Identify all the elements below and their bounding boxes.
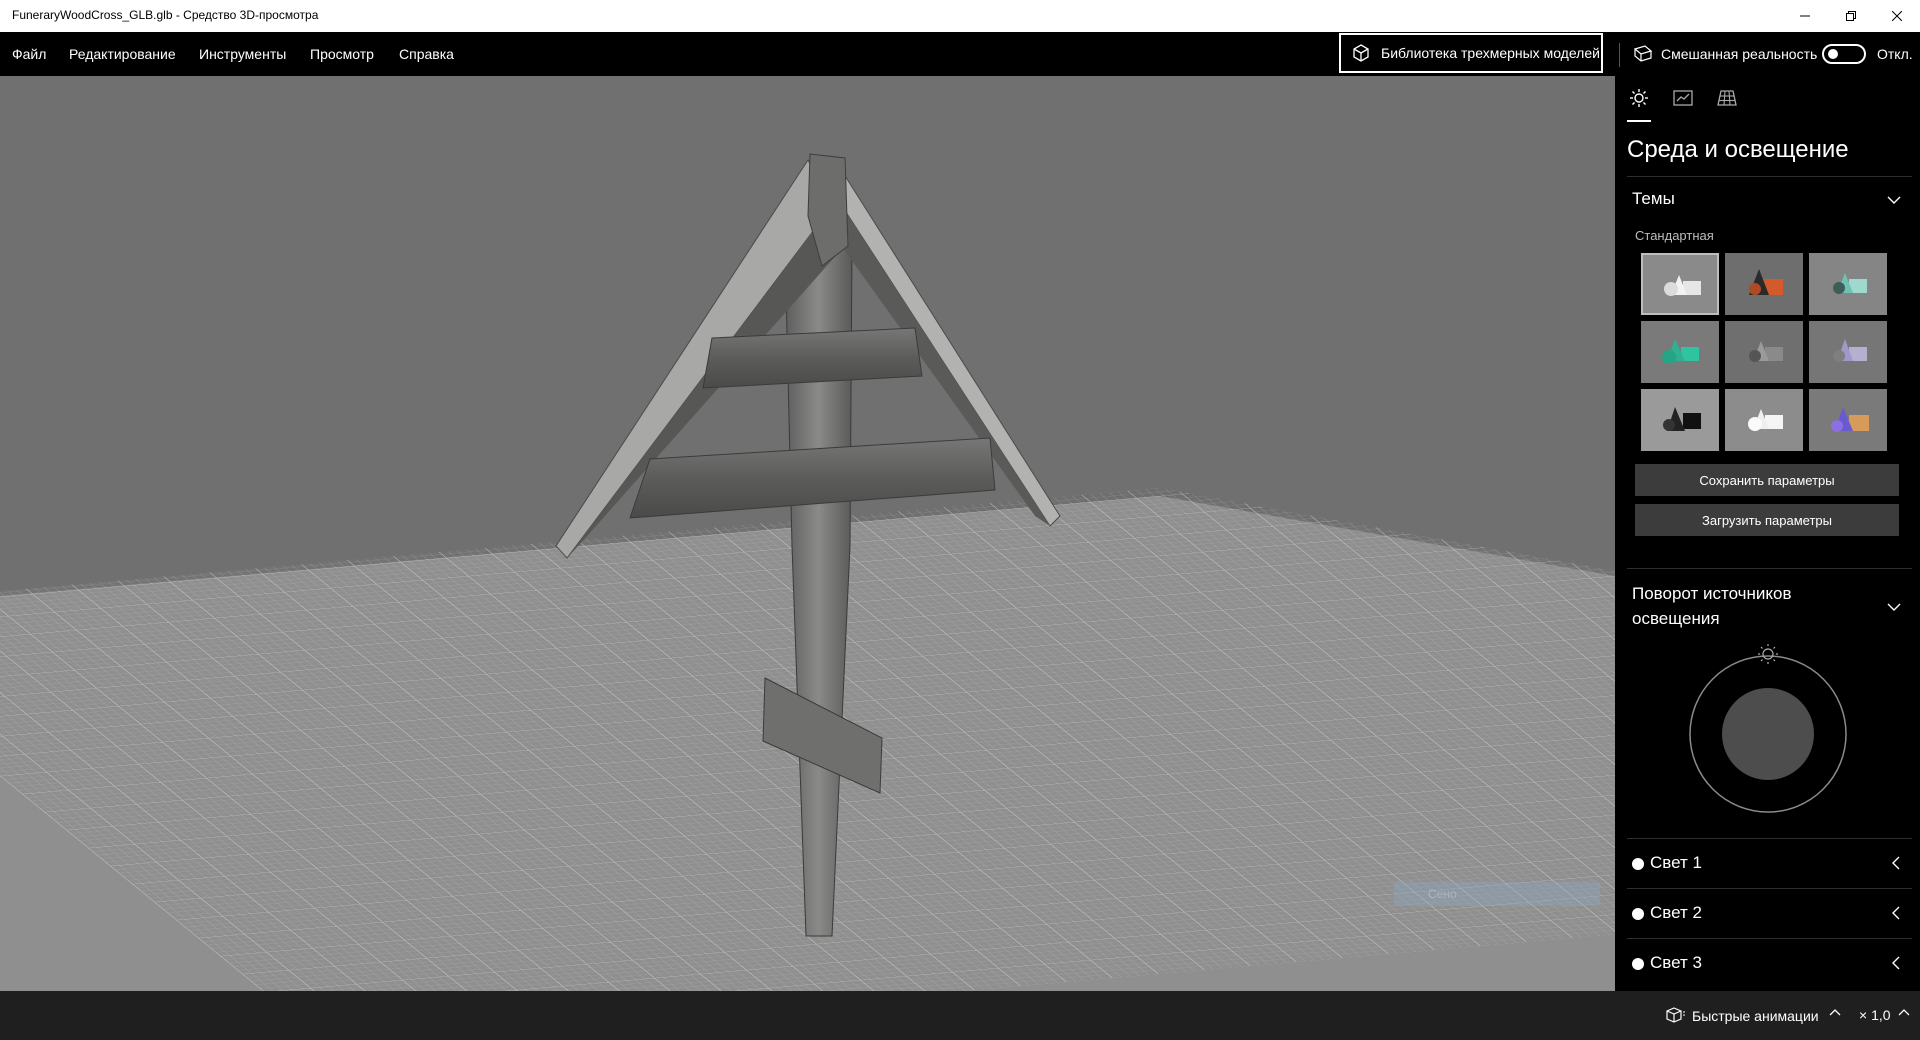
chevron-left-icon[interactable]	[1890, 956, 1902, 970]
chevron-up-icon[interactable]	[1829, 1007, 1841, 1019]
light-color-dot	[1632, 908, 1644, 920]
active-tab-indicator	[1627, 120, 1651, 122]
section-divider	[1627, 938, 1912, 939]
sun-handle-icon	[1758, 644, 1778, 664]
theme-thumb-2[interactable]	[1725, 253, 1803, 315]
menu-divider	[1619, 43, 1620, 67]
animation-cube-icon	[1666, 1007, 1685, 1023]
3d-library-button[interactable]: Библиотека трехмерных моделей	[1339, 33, 1603, 73]
panel-title: Среда и освещение	[1627, 136, 1849, 163]
chevron-down-icon[interactable]	[1887, 600, 1901, 614]
chevron-up-icon[interactable]	[1898, 1007, 1910, 1019]
save-settings-button[interactable]: Сохранить параметры	[1635, 464, 1899, 496]
theme-thumb-4[interactable]	[1641, 321, 1719, 383]
playback-speed[interactable]: × 1,0	[1859, 1007, 1891, 1023]
menu-help[interactable]: Справка	[399, 46, 454, 62]
minimize-icon	[1800, 15, 1810, 17]
restore-icon	[1846, 11, 1856, 21]
theme-thumb-5[interactable]	[1725, 321, 1803, 383]
chevron-down-icon[interactable]	[1887, 193, 1901, 207]
section-divider	[1627, 888, 1912, 889]
mixed-reality-toggle[interactable]	[1822, 44, 1866, 64]
theme-thumb-9[interactable]	[1809, 389, 1887, 451]
menu-bar: Файл Редактирование Инструменты Просмотр…	[0, 32, 1920, 76]
theme-thumb-6[interactable]	[1809, 321, 1887, 383]
light-row-3[interactable]: Свет 3	[1615, 940, 1920, 988]
menu-file[interactable]: Файл	[12, 46, 46, 62]
minimize-button[interactable]	[1782, 0, 1828, 32]
light-rotation-dial[interactable]	[1688, 644, 1848, 814]
close-button[interactable]	[1874, 0, 1920, 32]
restore-button[interactable]	[1828, 0, 1874, 32]
theme-thumb-8[interactable]	[1725, 389, 1803, 451]
theme-thumb-7[interactable]	[1641, 389, 1719, 451]
3d-library-label: Библиотека трехмерных моделей	[1381, 45, 1600, 61]
scene-render	[0, 76, 1615, 991]
cube-icon	[1353, 44, 1369, 62]
close-icon	[1892, 11, 1902, 21]
mixed-reality-label: Смешанная реальность	[1661, 46, 1818, 62]
themes-heading[interactable]: Темы	[1632, 189, 1675, 209]
light-color-dot	[1632, 858, 1644, 870]
tab-environment[interactable]	[1629, 88, 1649, 113]
window-title: FuneraryWoodCross_GLB.glb - Средство 3D-…	[12, 8, 319, 22]
light-3-label: Свет 3	[1650, 953, 1702, 972]
environment-panel: Среда и освещение Темы Стандартная Сохра…	[1615, 76, 1920, 991]
light-2-label: Свет 2	[1650, 903, 1702, 922]
sun-icon	[1630, 89, 1648, 107]
light-row-1[interactable]: Свет 1	[1615, 840, 1920, 888]
quick-animations-button[interactable]: Быстрые анимации	[1692, 1008, 1819, 1024]
toggle-knob	[1828, 49, 1838, 59]
grid-icon	[1717, 90, 1737, 106]
light-rotation-heading-line2: освещения	[1632, 609, 1720, 628]
toggle-state-label: Откл.	[1877, 46, 1913, 62]
menu-tools[interactable]: Инструменты	[199, 46, 286, 62]
light-color-dot	[1632, 958, 1644, 970]
tab-grid[interactable]	[1717, 88, 1737, 113]
mixed-reality-icon	[1633, 45, 1653, 62]
section-divider	[1627, 568, 1912, 569]
tab-statistics[interactable]	[1673, 88, 1693, 113]
chevron-left-icon[interactable]	[1890, 906, 1902, 920]
menu-edit[interactable]: Редактирование	[69, 46, 176, 62]
light-rotation-heading[interactable]: Поворот источников освещения	[1632, 581, 1792, 631]
3d-viewport[interactable]: Сено	[0, 76, 1615, 991]
ghost-label: Сено	[1394, 882, 1600, 906]
light-rotation-heading-line1: Поворот источников	[1632, 584, 1792, 603]
chevron-left-icon[interactable]	[1890, 856, 1902, 870]
themes-group-label: Стандартная	[1635, 228, 1714, 243]
status-bar: Быстрые анимации × 1,0	[0, 991, 1920, 1040]
title-bar: FuneraryWoodCross_GLB.glb - Средство 3D-…	[0, 0, 1920, 32]
light-row-2[interactable]: Свет 2	[1615, 890, 1920, 938]
section-divider	[1627, 838, 1912, 839]
stats-chart-icon	[1673, 90, 1693, 106]
menu-view[interactable]: Просмотр	[310, 46, 374, 62]
light-1-label: Свет 1	[1650, 853, 1702, 872]
title-divider	[1627, 176, 1912, 177]
theme-thumb-1[interactable]	[1641, 253, 1719, 315]
theme-thumb-3[interactable]	[1809, 253, 1887, 315]
load-settings-button[interactable]: Загрузить параметры	[1635, 504, 1899, 536]
